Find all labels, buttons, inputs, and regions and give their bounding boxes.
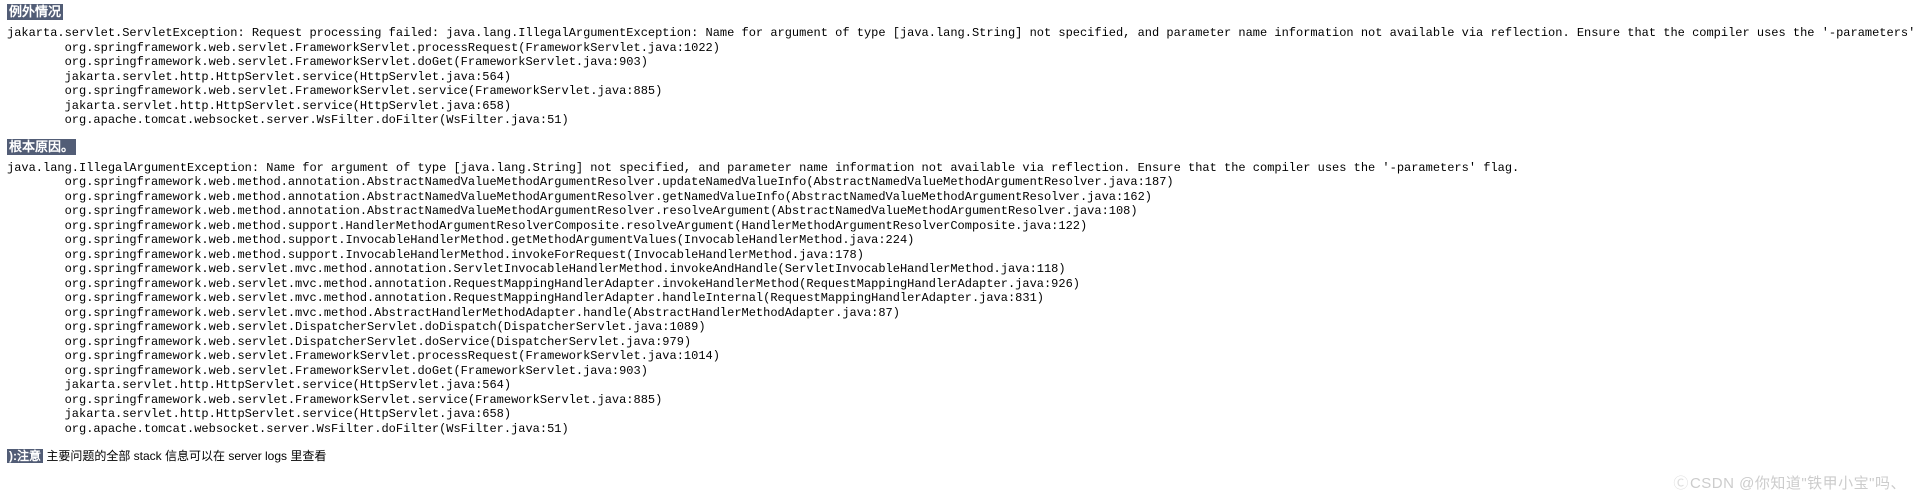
csdn-logo-icon: Ⓒ <box>1673 475 1689 492</box>
root-cause-stack-trace: java.lang.IllegalArgumentException: Name… <box>7 161 1913 437</box>
exception-stack-trace: jakarta.servlet.ServletException: Reques… <box>7 26 1913 128</box>
watermark: ⒸCSDN @你知道"铁甲小宝"吗、 <box>1673 472 1906 493</box>
note-label: ):注意 <box>7 449 43 463</box>
root-cause-heading: 根本原因。 <box>7 139 76 155</box>
watermark-text: CSDN @你知道"铁甲小宝"吗、 <box>1690 475 1906 492</box>
note-line: ):注意 主要问题的全部 stack 信息可以在 server logs 里查看 <box>7 447 1913 464</box>
note-text: 主要问题的全部 stack 信息可以在 server logs 里查看 <box>43 449 326 463</box>
exception-heading: 例外情况 <box>7 4 63 20</box>
